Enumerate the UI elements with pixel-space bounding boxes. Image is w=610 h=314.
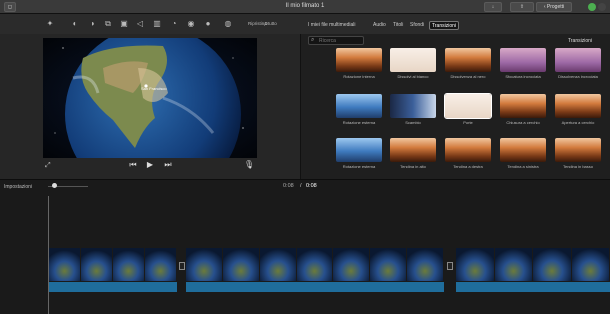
timeline-clip[interactable] xyxy=(186,248,444,281)
color-correction-icon[interactable]: ◑ xyxy=(87,19,97,29)
tab-audio[interactable]: Audio xyxy=(371,21,388,30)
tab-media[interactable]: I miei file multimediali xyxy=(306,21,358,30)
zoom-window-icon[interactable] xyxy=(588,3,596,11)
clip-frame xyxy=(186,248,222,281)
timeline-clip[interactable] xyxy=(49,248,177,281)
transition-thumbnail[interactable] xyxy=(336,48,382,72)
transition-label: Apertura a cerchio xyxy=(561,120,595,125)
microphone-icon[interactable]: 🎙︎ xyxy=(244,160,254,170)
projects-label: Progetti xyxy=(546,4,565,10)
transition-thumbnail[interactable] xyxy=(555,48,601,72)
transition-label: Porte xyxy=(463,120,473,125)
transition-label: Rotazione esterna xyxy=(342,164,376,169)
transition-label: Dissolvenza al nero xyxy=(450,74,486,79)
transition-thumbnail[interactable] xyxy=(390,94,436,118)
clip-frame xyxy=(494,248,532,281)
transition-thumbnail[interactable] xyxy=(555,94,601,118)
transition-thumbnail[interactable] xyxy=(444,93,492,119)
transition-label: Scambio xyxy=(405,120,421,125)
transition-thumbnail[interactable] xyxy=(500,48,546,72)
transition-thumbnail[interactable] xyxy=(500,94,546,118)
transition-label: Sfocatura incrociata xyxy=(505,74,541,79)
transition-marker[interactable] xyxy=(447,262,453,270)
transition-label: Tendina in basso xyxy=(562,164,594,169)
clip-frame xyxy=(407,248,443,281)
crop-icon[interactable]: ⧉ xyxy=(103,19,113,29)
timeline-panel xyxy=(0,179,610,314)
transition-label: Tendina a destra xyxy=(453,164,483,169)
clip-frame xyxy=(571,248,609,281)
divider: / xyxy=(300,183,302,189)
enhance-icon[interactable]: ✦ xyxy=(45,19,55,29)
clip-frame xyxy=(222,248,259,281)
filter-icon[interactable]: ◉ xyxy=(186,19,196,29)
transition-label: Rotazione esterna xyxy=(342,120,376,125)
transition-thumbnail[interactable] xyxy=(336,138,382,162)
transition-thumbnail[interactable] xyxy=(390,48,436,72)
search-placeholder: Ricerca xyxy=(319,38,336,44)
play-icon[interactable]: ▶ xyxy=(145,160,155,170)
import-button[interactable]: ↓ xyxy=(484,2,502,12)
transition-thumbnail[interactable] xyxy=(555,138,601,162)
transition-thumbnail[interactable] xyxy=(445,138,491,162)
info-icon[interactable]: ● xyxy=(203,19,213,29)
clip-frame xyxy=(259,248,296,281)
color-balance-icon[interactable]: ◐ xyxy=(70,19,80,29)
transition-label: Dissolvenza incrociata xyxy=(558,74,598,79)
stabilize-icon[interactable]: ▣ xyxy=(119,19,129,29)
reset-all-button[interactable]: Ripristina tutto xyxy=(248,21,277,26)
share-button[interactable]: ⇧ xyxy=(510,2,534,12)
transition-label: Dissolvi al bianco xyxy=(397,74,429,79)
browser-heading: Transizioni xyxy=(568,38,592,44)
audio-track[interactable] xyxy=(49,282,177,292)
clip-frame xyxy=(296,248,333,281)
speed-icon[interactable]: ◔ xyxy=(169,19,179,29)
search-field-icon: ⌕ xyxy=(311,37,315,43)
title-bar: ◻ Il mio filmato 1 ↓ ⇧ ‹ Progetti xyxy=(0,0,610,14)
search-field[interactable]: ⌕ Ricerca xyxy=(308,36,364,45)
projects-button[interactable]: ‹ Progetti xyxy=(536,2,572,12)
transition-label: Chiusura a cerchio xyxy=(506,120,540,125)
total-time: 0:08 xyxy=(306,183,317,189)
skip-back-icon[interactable]: ⏮ xyxy=(128,160,138,170)
clip-frame xyxy=(81,248,112,281)
transition-thumbnail[interactable] xyxy=(336,94,382,118)
timeline-settings-button[interactable]: Impostazioni xyxy=(4,184,32,190)
tab-backgrounds[interactable]: Sfondi xyxy=(408,21,426,30)
tab-titles[interactable]: Titoli xyxy=(391,21,405,30)
tab-transitions[interactable]: Transizioni xyxy=(429,21,459,30)
video-preview[interactable]: San Francisco xyxy=(43,38,257,158)
audio-track[interactable] xyxy=(456,282,610,292)
noise-reduction-icon[interactable]: ▥ xyxy=(152,19,162,29)
transition-thumbnail[interactable] xyxy=(390,138,436,162)
transition-label: Tendina a sinistra xyxy=(507,164,539,169)
clip-frame xyxy=(49,248,80,281)
fullscreen-icon[interactable]: ⤢ xyxy=(45,162,51,170)
transition-marker[interactable] xyxy=(179,262,185,270)
clip-frame xyxy=(113,248,144,281)
clip-filter-icon[interactable]: ◍ xyxy=(223,19,233,29)
video-caption: San Francisco xyxy=(141,86,167,91)
transition-label: Rotazione interna xyxy=(343,74,375,79)
clip-frame xyxy=(145,248,176,281)
transition-thumbnail[interactable] xyxy=(500,138,546,162)
zoom-slider-knob[interactable] xyxy=(52,183,57,188)
clip-frame xyxy=(333,248,370,281)
clip-frame xyxy=(533,248,571,281)
fullscreen-window-icon[interactable] xyxy=(598,3,606,11)
transition-label: Tendina in alto xyxy=(400,164,426,169)
clip-frame xyxy=(370,248,407,281)
current-time: 0:08 xyxy=(283,183,294,189)
audio-track[interactable] xyxy=(186,282,444,292)
transition-thumbnail[interactable] xyxy=(445,48,491,72)
volume-icon[interactable]: ◁ xyxy=(135,19,145,29)
search-icon[interactable]: ⌕ xyxy=(264,19,268,29)
clip-frame xyxy=(456,248,494,281)
zoom-slider[interactable] xyxy=(48,183,88,188)
skip-forward-icon[interactable]: ⏭ xyxy=(163,160,173,170)
timeline-clip[interactable] xyxy=(456,248,610,281)
